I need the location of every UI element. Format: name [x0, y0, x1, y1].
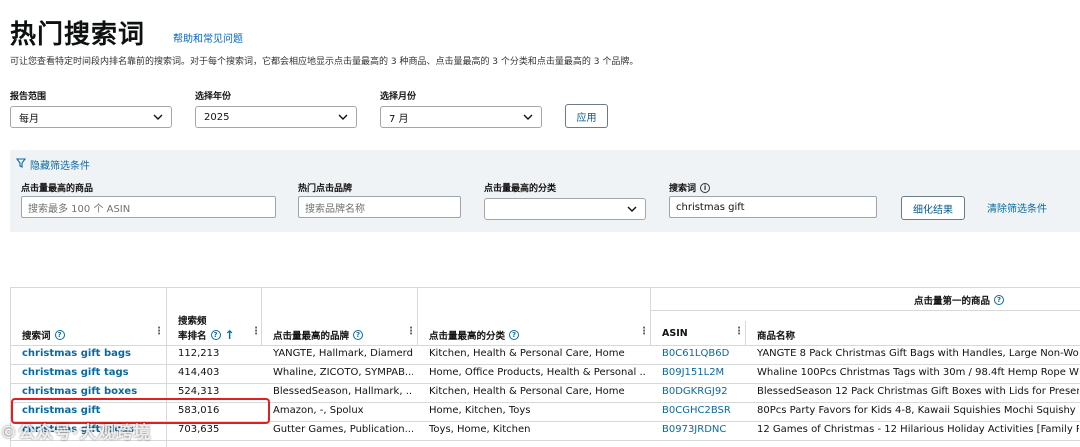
help-link[interactable]: 帮助和常见问题 [173, 30, 243, 45]
column-header-label: 点击量最高的品牌 [273, 331, 350, 342]
brands-value: Gutter Games, Publication... [273, 424, 413, 435]
clear-filters-link[interactable]: 清除筛选条件 [987, 200, 1047, 215]
rank-value: 112,213 [178, 348, 220, 359]
column-divider [261, 288, 262, 345]
categories-value: Kitchen, Health & Personal Care, Home [429, 386, 625, 397]
rank-value: 524,313 [178, 386, 220, 397]
info-icon[interactable]: ? [994, 295, 1005, 305]
apply-button[interactable]: 应用 [565, 104, 608, 128]
chevron-down-icon [523, 112, 533, 122]
column-header-label: 率排名 [178, 331, 207, 342]
group-header-label: 点击量第一的商品 [914, 296, 991, 307]
search-term-filter-label-text: 搜索词 [669, 184, 697, 194]
asin-link[interactable]: B0CGHC2BSR [662, 405, 731, 416]
brands-value: Whaline, ZICOTO, SYMPAB... [273, 367, 413, 378]
asin-link[interactable]: B0C61LQB6D [662, 348, 729, 359]
asin-link[interactable]: B0DGKRGJ92 [662, 386, 728, 397]
top-brand-label: 热门点击品牌 [298, 184, 353, 194]
search-term-input[interactable]: christmas gift [669, 196, 877, 218]
report-range-value: 每月 [19, 113, 39, 125]
column-header-label: 点击量最高的分类 [429, 331, 506, 342]
chevron-down-icon [338, 112, 348, 122]
product-name-value: BlessedSeason 12 Pack Christmas Gift Box… [757, 386, 1079, 397]
info-icon[interactable]: ? [54, 330, 65, 340]
column-menu-icon[interactable]: ⋮ [734, 326, 744, 337]
column-menu-icon[interactable]: ⋮ [251, 326, 261, 337]
categories-value: Home, Kitchen, Toys [429, 405, 531, 416]
page-title: 热门搜索词 [10, 20, 146, 50]
watermark: ©公众号·大观跨境 [0, 423, 152, 443]
chevron-down-icon [627, 204, 637, 214]
year-value: 2025 [204, 111, 230, 123]
column-header-label: 搜索词 [22, 331, 51, 342]
column-header-brands[interactable]: 点击量最高的品牌 ? [273, 328, 364, 342]
column-header-rank-line1: 搜索频 [178, 316, 207, 327]
sort-ascending-icon[interactable]: ↑ [225, 328, 235, 342]
column-divider [745, 321, 746, 345]
column-header-categories[interactable]: 点击量最高的分类 ? [429, 328, 520, 342]
column-divider [650, 288, 651, 345]
top-product-input[interactable]: 搜索最多 100 个 ASIN [21, 196, 276, 218]
month-label: 选择月份 [380, 92, 417, 102]
page-subtitle: 可让您查看特定时间段内排名靠前的搜索词。对于每个搜索词，它都会相应地显示点击量最… [10, 57, 639, 67]
filter-icon [15, 158, 27, 171]
row-divider [11, 383, 1080, 384]
year-select[interactable]: 2025 [195, 106, 357, 128]
brands-value: YANGTE, Hallmark, Diamerd [273, 348, 413, 359]
hide-filters-toggle[interactable]: 隐藏筛选条件 [15, 157, 90, 172]
row-divider [11, 440, 1080, 441]
info-icon[interactable]: ? [509, 330, 520, 340]
column-header-rank[interactable]: 率排名 ? ↑ [178, 328, 235, 342]
categories-value: Home, Office Products, Health & Personal… [429, 367, 645, 378]
top-brand-input[interactable]: 搜索品牌名称 [298, 196, 461, 218]
rank-value: 703,635 [178, 424, 220, 435]
column-menu-icon[interactable]: ⋮ [406, 326, 416, 337]
top-product-label: 点击量最高的商品 [21, 184, 94, 194]
report-range-label: 报告范围 [10, 92, 47, 102]
categories-value: Kitchen, Health & Personal Care, Home [429, 348, 625, 359]
product-name-value: YANGTE 8 Pack Christmas Gift Bags with H… [757, 348, 1079, 359]
info-icon[interactable]: ? [210, 330, 221, 340]
hide-filters-label: 隐藏筛选条件 [30, 161, 90, 172]
group-header-divider [650, 310, 1080, 311]
column-menu-icon[interactable]: ⋮ [639, 326, 649, 337]
header-bottom-divider [11, 345, 1080, 346]
categories-value: Toys, Home, Kitchen [429, 424, 531, 435]
top-category-select[interactable] [484, 198, 646, 220]
month-value: 7 月 [389, 113, 409, 125]
search-term-filter-label: 搜索词 i [669, 181, 711, 194]
search-term-link[interactable]: christmas gift bags [22, 348, 162, 359]
column-header-product-name[interactable]: 商品名称 [757, 328, 795, 342]
group-header-top-product: 点击量第一的商品 ? [914, 293, 1005, 307]
info-icon[interactable]: i [700, 182, 711, 193]
search-term-link[interactable]: christmas gift boxes [22, 386, 162, 397]
product-name-value: 80Pcs Party Favors for Kids 4-8, Kawaii … [757, 405, 1079, 416]
chevron-down-icon [153, 112, 163, 122]
info-icon[interactable]: ? [353, 330, 364, 340]
column-menu-icon[interactable]: ⋮ [154, 326, 164, 337]
search-term-link[interactable]: christmas gift tags [22, 367, 162, 378]
asin-link[interactable]: B0973JRDNC [662, 424, 726, 435]
brands-value: BlessedSeason, Hallmark, ... [273, 386, 413, 397]
row-divider [11, 364, 1080, 365]
column-header-asin[interactable]: ASIN [662, 328, 688, 339]
column-header-search-term[interactable]: 搜索词 ? [22, 328, 65, 342]
product-name-value: 12 Games of Christmas - 12 Hilarious Hol… [757, 424, 1079, 435]
top-category-label: 点击量最高的分类 [484, 184, 557, 194]
month-select[interactable]: 7 月 [380, 106, 542, 128]
year-label: 选择年份 [195, 92, 232, 102]
brands-value: Amazon, -, Spolux [273, 405, 364, 416]
asin-link[interactable]: B09J151L2M [662, 367, 724, 378]
product-name-value: Whaline 100Pcs Christmas Tags with 30m /… [757, 367, 1079, 378]
report-range-select[interactable]: 每月 [10, 106, 172, 128]
rank-value: 414,403 [178, 367, 220, 378]
refine-results-button[interactable]: 细化结果 [901, 196, 965, 220]
column-divider [417, 288, 418, 345]
